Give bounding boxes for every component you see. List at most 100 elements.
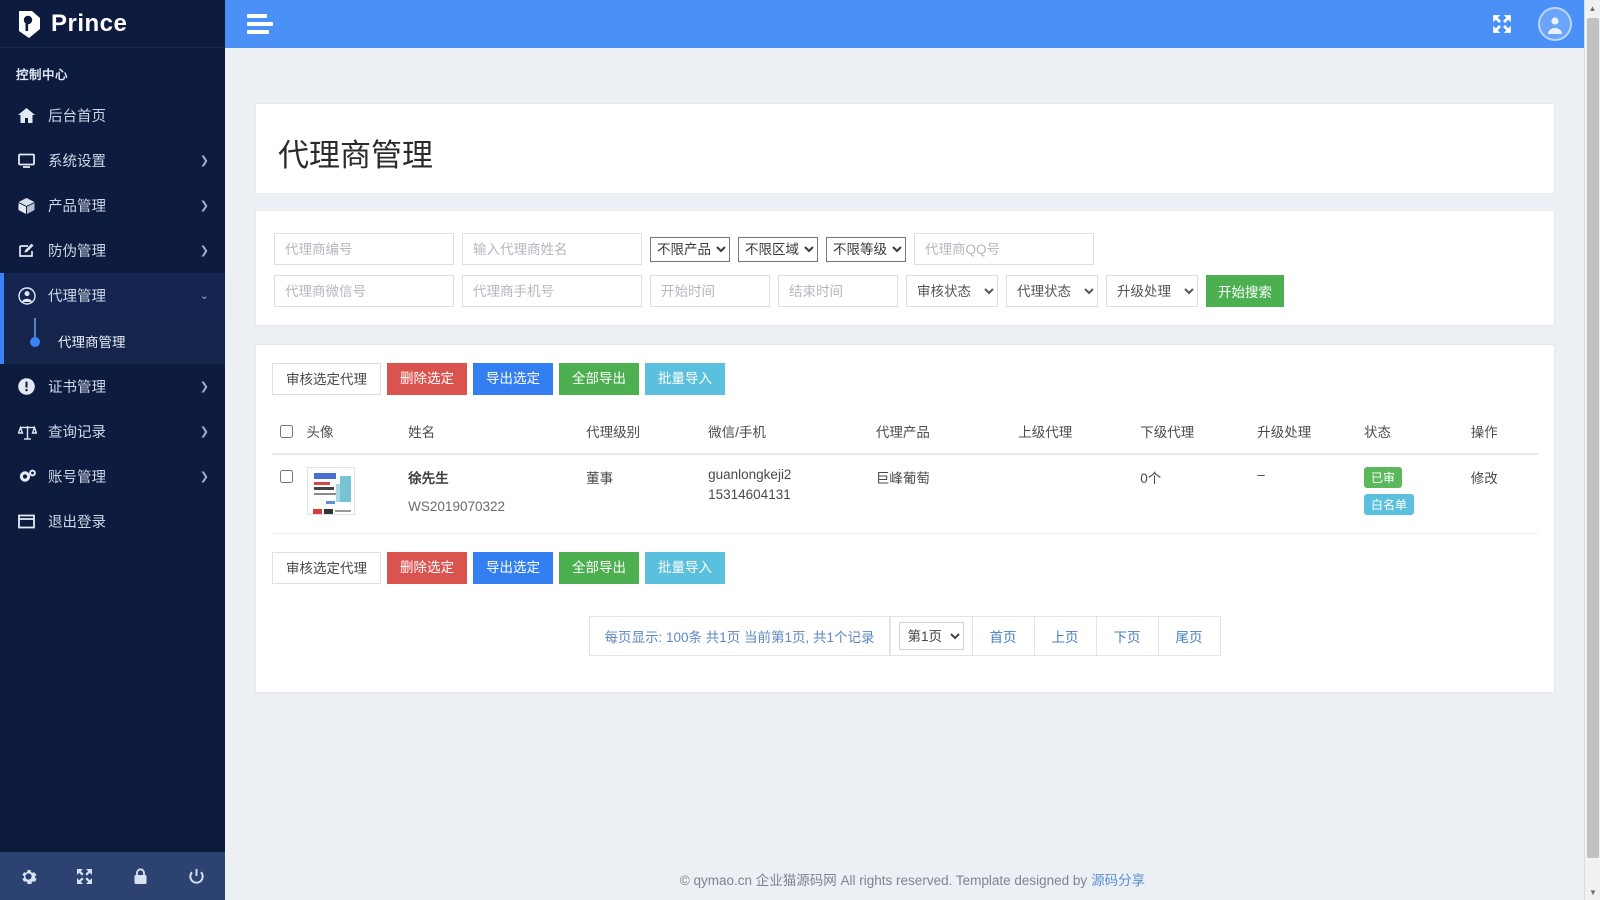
pagination-info: 每页显示: 100条 共1页 当前第1页, 共1个记录 [589, 616, 889, 656]
sidebar-item-product-management[interactable]: 产品管理 ❯ [0, 183, 225, 228]
search-filter-panel: 不限产品 不限区域 不限等级 审核状态 代理状态 升级处理 开始搜索 [255, 211, 1555, 326]
page-select[interactable]: 第1页 [899, 622, 964, 650]
pagination-first[interactable]: 首页 [973, 616, 1035, 656]
agent-name-input[interactable] [462, 233, 642, 265]
footer-link[interactable]: 源码分享 [1091, 869, 1145, 889]
user-avatar-icon[interactable] [1538, 7, 1572, 41]
vertical-scrollbar[interactable]: ▲ ▼ [1584, 0, 1600, 900]
agent-wechat: guanlongkeji2 [708, 467, 868, 482]
upgrade-select[interactable]: 升级处理 [1106, 275, 1198, 307]
fullscreen-expand-icon[interactable] [56, 868, 112, 885]
main-content: 代理商管理 不限产品 不限区域 不限等级 审核状态 代理状态 升级处理 开始搜索 [225, 48, 1585, 900]
col-parent: 上级代理 [1014, 411, 1136, 454]
page-title-card: 代理商管理 [255, 103, 1555, 193]
row-parent-cell [1014, 454, 1136, 534]
sidebar-submenu-agent: 代理商管理 [0, 318, 225, 364]
brand-header: Prince [0, 0, 225, 48]
select-all-header [272, 411, 303, 454]
product-select[interactable]: 不限产品 [650, 237, 730, 262]
chevron-right-icon: ❯ [200, 470, 209, 483]
export-selected-button-bottom[interactable]: 导出选定 [473, 552, 553, 584]
region-select[interactable]: 不限区域 [738, 237, 818, 262]
select-all-checkbox[interactable] [280, 425, 293, 438]
agent-name: 徐先生 [408, 467, 578, 487]
sidebar-item-label: 退出登录 [44, 511, 209, 532]
level-select[interactable]: 不限等级 [826, 237, 906, 262]
agent-no-input[interactable] [274, 233, 454, 265]
pagination-last[interactable]: 尾页 [1159, 616, 1221, 656]
audit-status-select[interactable]: 审核状态 [906, 275, 998, 307]
sidebar-item-home[interactable]: 后台首页 [0, 93, 225, 138]
table-header-row: 头像 姓名 代理级别 微信/手机 代理产品 上级代理 下级代理 升级处理 状态 … [272, 411, 1538, 454]
hamburger-menu-icon[interactable] [247, 10, 273, 38]
gear-icon[interactable] [0, 868, 56, 885]
row-name-cell: 徐先生 WS2019070322 [404, 454, 582, 534]
batch-import-button-bottom[interactable]: 批量导入 [645, 552, 725, 584]
page-select-wrapper: 第1页 [890, 616, 973, 656]
topbar [225, 0, 1600, 48]
pagination-group: 每页显示: 100条 共1页 当前第1页, 共1个记录 第1页 首页 上页 下页… [589, 616, 1220, 656]
export-selected-button[interactable]: 导出选定 [473, 363, 553, 395]
submenu-marker-icon [18, 318, 58, 364]
scrollbar-thumb[interactable] [1587, 18, 1599, 858]
agent-code: WS2019070322 [408, 499, 578, 514]
sidebar-item-logout[interactable]: 退出登录 [0, 499, 225, 544]
col-status: 状态 [1360, 411, 1467, 454]
col-action: 操作 [1467, 411, 1538, 454]
fullscreen-expand-icon[interactable] [1492, 14, 1512, 34]
scroll-down-arrow-icon[interactable]: ▼ [1585, 884, 1600, 900]
agent-table-card: 审核选定代理 删除选定 导出选定 全部导出 批量导入 头像 姓名 代理级别 微信… [255, 344, 1555, 693]
sidebar-item-label: 证书管理 [44, 376, 200, 397]
col-name: 姓名 [404, 411, 582, 454]
edit-link[interactable]: 修改 [1471, 471, 1498, 486]
row-avatar-cell [303, 454, 405, 534]
end-time-input[interactable] [778, 275, 898, 307]
search-row-1: 不限产品 不限区域 不限等级 [274, 233, 1536, 265]
chevron-right-icon: ❯ [200, 425, 209, 438]
phone-input[interactable] [462, 275, 642, 307]
status-badge: 白名单 [1364, 494, 1414, 515]
power-icon[interactable] [169, 868, 225, 885]
pagination-next[interactable]: 下页 [1097, 616, 1159, 656]
wechat-input[interactable] [274, 275, 454, 307]
col-product: 代理产品 [872, 411, 1014, 454]
prince-logo-icon [16, 9, 42, 39]
pagination-prev[interactable]: 上页 [1035, 616, 1097, 656]
sidebar-item-query-records[interactable]: 查询记录 ❯ [0, 409, 225, 454]
page-title: 代理商管理 [256, 130, 1554, 193]
row-child-cell: 0个 [1136, 454, 1253, 534]
monitor-icon [18, 153, 44, 168]
table-row: 徐先生 WS2019070322 董事 guanlongkeji2 153146… [272, 454, 1538, 534]
logout-window-icon [18, 514, 44, 529]
sidebar-item-anticounterfeit-management[interactable]: 防伪管理 ❯ [0, 228, 225, 273]
lock-icon[interactable] [113, 868, 169, 885]
search-button[interactable]: 开始搜索 [1206, 275, 1284, 307]
user-circle-icon [18, 287, 44, 305]
batch-import-button[interactable]: 批量导入 [645, 363, 725, 395]
row-product-cell: 巨峰葡萄 [872, 454, 1014, 534]
audit-selected-button[interactable]: 审核选定代理 [272, 363, 381, 395]
row-checkbox[interactable] [280, 470, 293, 483]
start-time-input[interactable] [650, 275, 770, 307]
scroll-up-arrow-icon[interactable]: ▲ [1585, 0, 1600, 16]
export-all-button-bottom[interactable]: 全部导出 [559, 552, 639, 584]
sidebar-item-agent-list[interactable]: 代理商管理 [0, 318, 225, 364]
agent-status-select[interactable]: 代理状态 [1006, 275, 1098, 307]
sidebar-item-account-management[interactable]: 账号管理 ❯ [0, 454, 225, 499]
agent-thumbnail-image[interactable] [307, 467, 355, 515]
col-level: 代理级别 [582, 411, 704, 454]
sidebar-item-agent-management[interactable]: 代理管理 ⌄ [0, 273, 225, 318]
sidebar-item-system-settings[interactable]: 系统设置 ❯ [0, 138, 225, 183]
export-all-button[interactable]: 全部导出 [559, 363, 639, 395]
sidebar-footer-toolbar [0, 852, 225, 900]
delete-selected-button-bottom[interactable]: 删除选定 [387, 552, 467, 584]
col-avatar: 头像 [303, 411, 405, 454]
agent-phone: 15314604131 [708, 487, 868, 502]
footer-copyright: © qymao.cn 企业猫源码网 All rights reserved. T… [680, 869, 1087, 889]
delete-selected-button[interactable]: 删除选定 [387, 363, 467, 395]
sidebar-item-certificate-management[interactable]: 证书管理 ❯ [0, 364, 225, 409]
pagination: 每页显示: 100条 共1页 当前第1页, 共1个记录 第1页 首页 上页 下页… [272, 616, 1538, 656]
sidebar-item-label: 账号管理 [44, 466, 200, 487]
audit-selected-button-bottom[interactable]: 审核选定代理 [272, 552, 381, 584]
qq-input[interactable] [914, 233, 1094, 265]
